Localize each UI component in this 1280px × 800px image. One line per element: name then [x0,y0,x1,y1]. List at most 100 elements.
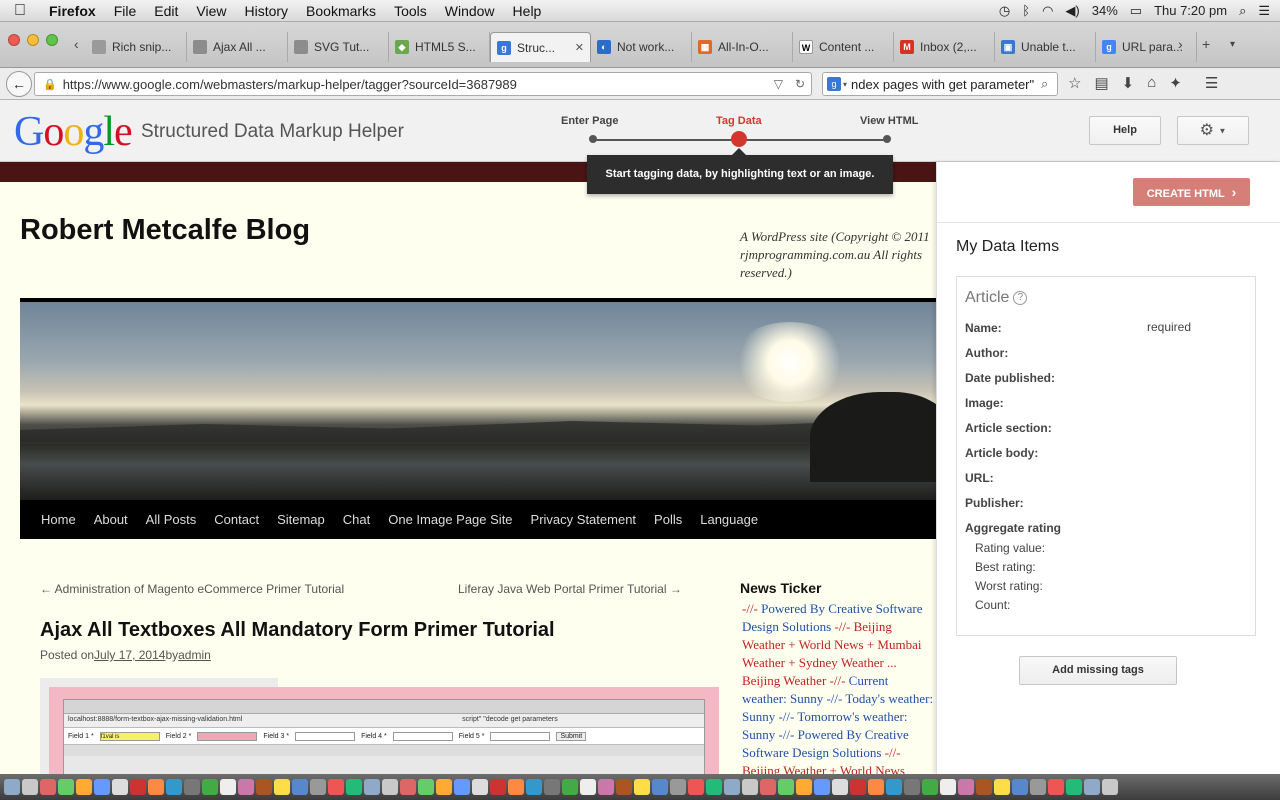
tab-scroll-right-icon[interactable]: › [1178,36,1183,52]
dock-app-icon[interactable] [436,779,452,795]
step-dot-enter-page[interactable] [589,135,597,143]
dock-app-icon[interactable] [202,779,218,795]
dock-app-icon[interactable] [1030,779,1046,795]
search-bar[interactable]: g ▾ ⌕ [822,72,1058,96]
dock-app-icon[interactable] [1102,779,1118,795]
dock-app-icon[interactable] [580,779,596,795]
dock-app-icon[interactable] [4,779,20,795]
next-post-link[interactable]: Liferay Java Web Portal Primer Tutorial … [458,582,682,596]
blog-nav-sitemap[interactable]: Sitemap [268,512,334,527]
dock-app-icon[interactable] [58,779,74,795]
search-input[interactable] [851,76,1042,92]
dock-app-icon[interactable] [382,779,398,795]
blog-nav-contact[interactable]: Contact [205,512,268,527]
zoom-window-button[interactable] [46,34,58,46]
dock-app-icon[interactable] [706,779,722,795]
dock-app-icon[interactable] [760,779,776,795]
dock-app-icon[interactable] [616,779,632,795]
dock-app-icon[interactable] [814,779,830,795]
dock-app-icon[interactable] [958,779,974,795]
dock-app-icon[interactable] [364,779,380,795]
step-label-enter-page[interactable]: Enter Page [561,115,618,127]
dock-app-icon[interactable] [1048,779,1064,795]
dock-app-icon[interactable] [940,779,956,795]
blog-nav-language[interactable]: Language [691,512,767,527]
dock-app-icon[interactable] [328,779,344,795]
extension-icon[interactable]: ✦ [1169,74,1182,92]
url-dropdown-icon[interactable]: ▽ [774,77,783,91]
post-screenshot-image[interactable]: localhost:8888/form-textbox-ajax-missing… [49,687,719,774]
blog-nav-chat[interactable]: Chat [334,512,379,527]
menu-edit[interactable]: Edit [145,3,187,19]
volume-icon[interactable]: ◀) [1065,3,1079,19]
dock-app-icon[interactable] [868,779,884,795]
dock-app-icon[interactable] [400,779,416,795]
lock-icon[interactable]: 🔒 [43,78,57,91]
browser-tab[interactable]: W Content ... [793,32,894,62]
new-tab-icon[interactable]: + [1202,36,1210,52]
dock-app-icon[interactable] [742,779,758,795]
dock-app-icon[interactable] [130,779,146,795]
blog-nav-polls[interactable]: Polls [645,512,691,527]
blog-nav-home[interactable]: Home [32,512,85,527]
browser-tab[interactable]: M Inbox (2,... [894,32,995,62]
dock-app-icon[interactable] [184,779,200,795]
dock-app-icon[interactable] [1012,779,1028,795]
reading-list-icon[interactable]: ▤ [1094,74,1108,92]
news-ticker-title[interactable]: News Ticker [740,580,821,596]
wifi-icon[interactable]: ◠ [1042,3,1053,19]
dock-app-icon[interactable] [166,779,182,795]
dock-app-icon[interactable] [418,779,434,795]
dock-app-icon[interactable] [112,779,128,795]
dock-app-icon[interactable] [922,779,938,795]
dock-app-icon[interactable] [796,779,812,795]
post-date-link[interactable]: July 17, 2014 [94,648,165,662]
back-button[interactable]: ← [6,71,32,97]
time-machine-icon[interactable]: ◷ [999,3,1010,19]
dock-app-icon[interactable] [238,779,254,795]
blog-nav-one-image-page-site[interactable]: One Image Page Site [379,512,521,527]
menu-app-firefox[interactable]: Firefox [40,3,105,19]
notification-center-icon[interactable]: ☰ [1258,3,1270,19]
url-text[interactable]: https://www.google.com/webmasters/markup… [63,77,768,92]
post-author-link[interactable]: admin [178,648,211,662]
blog-description[interactable]: A WordPress site (Copyright © 2011 rjmpr… [740,228,936,282]
menu-window[interactable]: Window [436,3,504,19]
dock-app-icon[interactable] [1084,779,1100,795]
tab-list-icon[interactable]: ▾ [1230,39,1235,50]
search-engine-dropdown-icon[interactable]: ▾ [843,80,847,89]
news-ticker[interactable]: -//- Powered By Creative Software Design… [742,600,934,774]
dock-app-icon[interactable] [490,779,506,795]
dock-app-icon[interactable] [652,779,668,795]
search-engine-icon[interactable]: g [827,77,841,91]
browser-tab[interactable]: ◐ Not work... [591,32,692,62]
header-image[interactable] [20,298,936,500]
dock-app-icon[interactable] [76,779,92,795]
dock-app-icon[interactable] [598,779,614,795]
previous-post-link[interactable]: ← Administration of Magento eCommerce Pr… [40,582,344,596]
add-missing-tags-button[interactable]: Add missing tags [1019,656,1177,685]
menu-file[interactable]: File [105,3,146,19]
blog-nav-about[interactable]: About [85,512,137,527]
dock-app-icon[interactable] [256,779,272,795]
dock-app-icon[interactable] [886,779,902,795]
reload-icon[interactable]: ↻ [795,77,805,91]
dock-app-icon[interactable] [634,779,650,795]
browser-tab[interactable]: ◆ HTML5 S... [389,32,490,62]
dock-app-icon[interactable] [274,779,290,795]
settings-button[interactable]: ⚙ ▼ [1177,116,1249,145]
dock-app-icon[interactable] [688,779,704,795]
help-question-icon[interactable]: ? [1013,290,1028,305]
dock-app-icon[interactable] [724,779,740,795]
browser-tab[interactable]: ▦ All-In-O... [692,32,793,62]
dock-app-icon[interactable] [904,779,920,795]
dock-app-icon[interactable] [1066,779,1082,795]
dock-app-icon[interactable] [94,779,110,795]
menu-view[interactable]: View [187,3,235,19]
menu-tools[interactable]: Tools [385,3,436,19]
dock-app-icon[interactable] [832,779,848,795]
dock-app-icon[interactable] [508,779,524,795]
dock-app-icon[interactable] [472,779,488,795]
battery-icon[interactable]: ▭ [1130,3,1142,19]
dock-app-icon[interactable] [976,779,992,795]
